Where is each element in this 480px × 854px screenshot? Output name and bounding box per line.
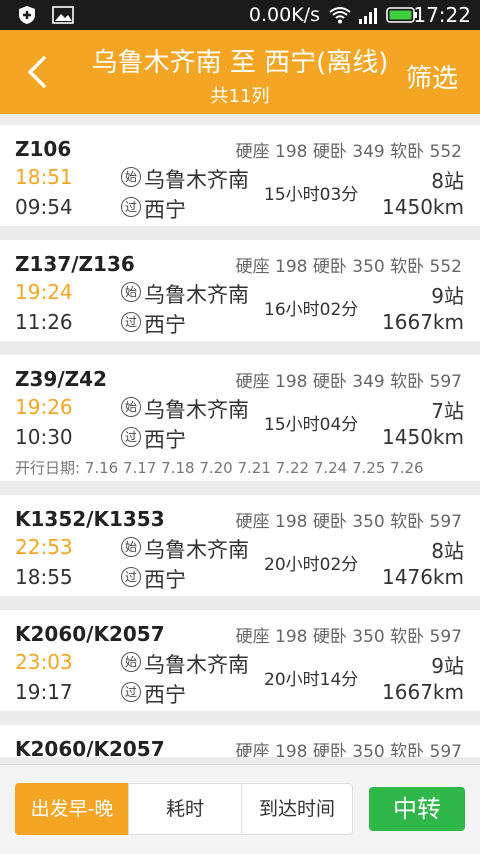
travel-duration: 16小时02分 (264, 300, 359, 320)
train-number: K2060/K2057 (15, 737, 165, 757)
distance: 1667km (382, 310, 464, 334)
train-number: Z106 (15, 137, 72, 161)
pass-through-badge: 过 (121, 567, 141, 587)
origin-badge: 始 (121, 282, 141, 302)
clock: 17:22 (413, 3, 471, 27)
arrival-time: 19:17 (15, 680, 73, 704)
arrival-time: 10:30 (15, 425, 73, 449)
train-card[interactable]: Z137/Z136 硬座 198 硬卧 350 软卧 552 19:24 11:… (0, 240, 480, 341)
departure-time: 19:26 (15, 395, 73, 419)
pass-through-badge: 过 (121, 682, 141, 702)
operating-dates: 开行日期: 7.16 7.17 7.18 7.20 7.21 7.22 7.24… (15, 459, 424, 477)
ticket-prices: 硬座 198 硬卧 349 软卧 552 (235, 142, 462, 162)
stop-count: 9站 (431, 654, 464, 678)
ticket-prices: 硬座 198 硬卧 350 软卧 597 (235, 512, 462, 532)
travel-duration: 15小时03分 (264, 185, 359, 205)
travel-duration: 20小时02分 (264, 555, 359, 575)
departure-time: 18:51 (15, 165, 73, 189)
train-card[interactable]: K1352/K1353 硬座 198 硬卧 350 软卧 597 22:53 1… (0, 495, 480, 596)
departure-time: 22:53 (15, 535, 73, 559)
train-card[interactable]: K2060/K2057 硬座 198 硬卧 350 软卧 597 (0, 725, 480, 757)
filter-button[interactable]: 筛选 (406, 58, 458, 95)
origin-badge: 始 (121, 397, 141, 417)
train-number: Z137/Z136 (15, 252, 135, 276)
image-icon (52, 6, 74, 24)
origin-badge: 始 (121, 537, 141, 557)
sort-departure-button[interactable]: 出发早-晚 (15, 783, 129, 835)
pass-through-badge: 过 (121, 312, 141, 332)
chevron-left-icon[interactable] (14, 48, 58, 96)
sort-arrival-button[interactable]: 到达时间 (241, 783, 353, 835)
bottom-bar: 出发早-晚 耗时 到达时间 中转 (0, 764, 480, 854)
arrival-station: 西宁 (144, 313, 186, 337)
arrival-station: 西宁 (144, 683, 186, 707)
arrival-station: 西宁 (144, 428, 186, 452)
app-header: 乌鲁木齐南 至 西宁(离线) 共11列 筛选 (0, 30, 480, 114)
shield-icon (19, 6, 35, 24)
distance: 1667km (382, 680, 464, 704)
ticket-prices: 硬座 198 硬卧 350 软卧 552 (235, 257, 462, 277)
travel-duration: 20小时14分 (264, 670, 359, 690)
network-speed: 0.00K/s (248, 4, 320, 26)
train-card[interactable]: Z106 硬座 198 硬卧 349 软卧 552 18:51 09:54 始 … (0, 125, 480, 226)
train-card[interactable]: K2060/K2057 硬座 198 硬卧 350 软卧 597 23:03 1… (0, 610, 480, 711)
departure-station: 乌鲁木齐南 (144, 538, 249, 562)
arrival-time: 11:26 (15, 310, 73, 334)
distance: 1450km (382, 425, 464, 449)
status-bar: 0.00K/s 17:22 (0, 0, 480, 30)
departure-time: 23:03 (15, 650, 73, 674)
arrival-time: 18:55 (15, 565, 73, 589)
wifi-icon (329, 7, 351, 24)
origin-badge: 始 (121, 167, 141, 187)
train-number: K2060/K2057 (15, 622, 165, 646)
stop-count: 9站 (431, 284, 464, 308)
transfer-button[interactable]: 中转 (369, 787, 465, 831)
departure-station: 乌鲁木齐南 (144, 168, 249, 192)
pass-through-badge: 过 (121, 197, 141, 217)
ticket-prices: 硬座 198 硬卧 350 软卧 597 (235, 742, 462, 757)
departure-time: 19:24 (15, 280, 73, 304)
ticket-prices: 硬座 198 硬卧 350 软卧 597 (235, 627, 462, 647)
signal-icon (359, 8, 377, 24)
origin-badge: 始 (121, 652, 141, 672)
pass-through-badge: 过 (121, 427, 141, 447)
stop-count: 8站 (431, 539, 464, 563)
stop-count: 7站 (431, 399, 464, 423)
arrival-time: 09:54 (15, 195, 73, 219)
page-title: 乌鲁木齐南 至 西宁(离线) (91, 48, 389, 78)
travel-duration: 15小时04分 (264, 415, 359, 435)
train-list[interactable]: Z106 硬座 198 硬卧 349 软卧 552 18:51 09:54 始 … (0, 125, 480, 757)
train-number: Z39/Z42 (15, 367, 107, 391)
departure-station: 乌鲁木齐南 (144, 398, 249, 422)
distance: 1476km (382, 565, 464, 589)
train-number: K1352/K1353 (15, 507, 165, 531)
result-count: 共11列 (210, 86, 270, 107)
arrival-station: 西宁 (144, 568, 186, 592)
ticket-prices: 硬座 198 硬卧 349 软卧 597 (235, 372, 462, 392)
departure-station: 乌鲁木齐南 (144, 653, 249, 677)
train-card[interactable]: Z39/Z42 硬座 198 硬卧 349 软卧 597 19:26 10:30… (0, 355, 480, 481)
departure-station: 乌鲁木齐南 (144, 283, 249, 307)
distance: 1450km (382, 195, 464, 219)
arrival-station: 西宁 (144, 198, 186, 222)
sort-duration-button[interactable]: 耗时 (128, 783, 242, 835)
stop-count: 8站 (431, 169, 464, 193)
